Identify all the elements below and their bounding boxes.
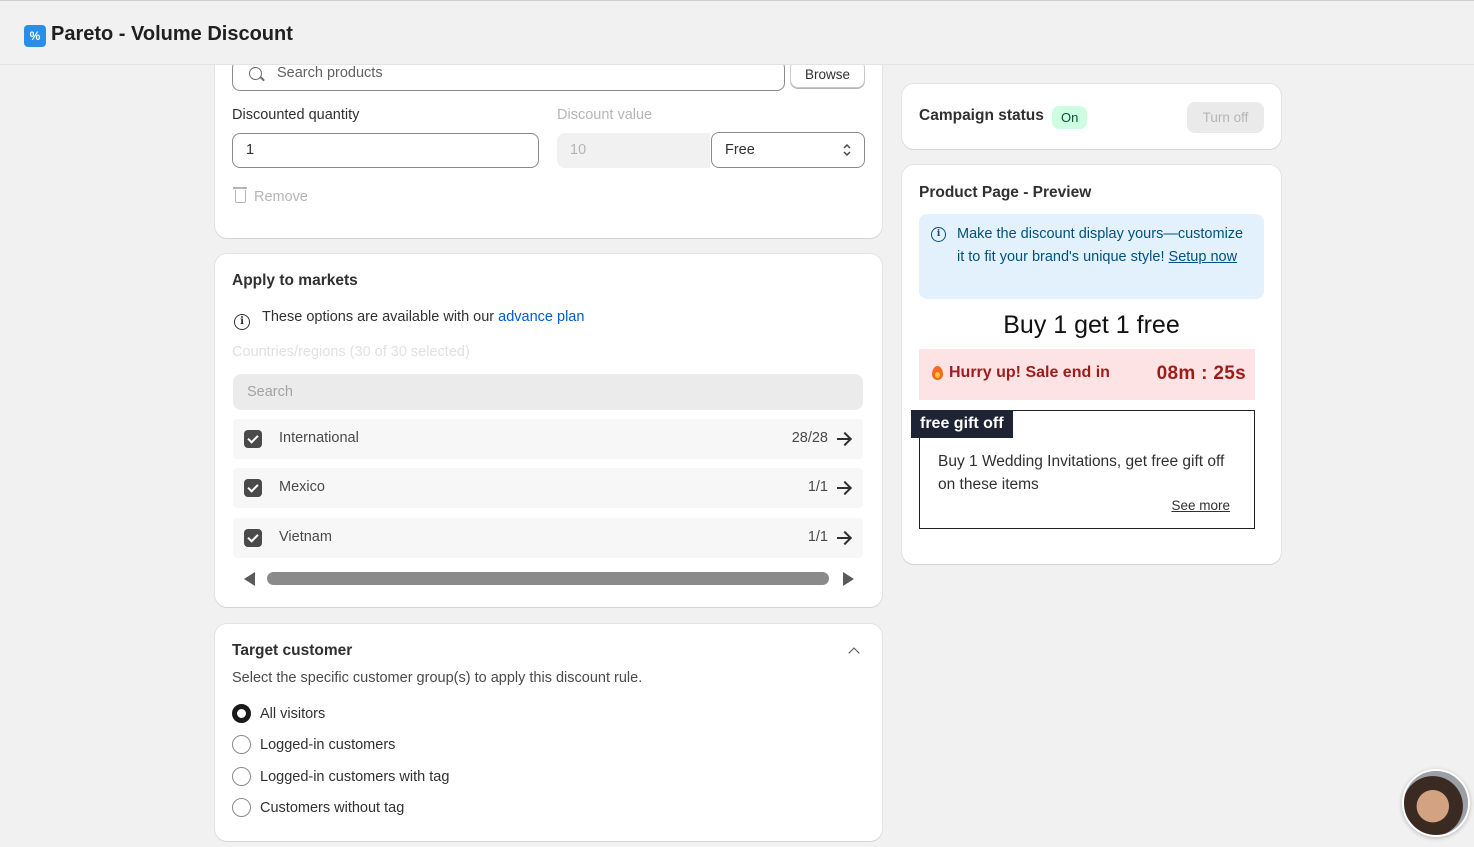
preview-title: Product Page - Preview [919,184,1092,201]
discount-type-selected: Free [725,142,755,158]
radio-label: Logged-in customers with tag [260,769,450,785]
discount-value-label: Discount value [557,107,653,123]
offer-title: Buy 1 get 1 free [1003,311,1180,339]
campaign-status-card: Campaign status On Turn off [902,84,1281,149]
gift-offer-box: free gift off Buy 1 Wedding Invitations,… [911,410,1255,529]
markets-title: Apply to markets [232,272,358,289]
plan-info-text: These options are available with our [262,309,495,325]
remove-button[interactable]: Remove [233,187,308,205]
banner-text: Make the discount display yours—customiz… [957,223,1247,268]
radio-label: Customers without tag [260,800,405,816]
status-badge: On [1052,106,1088,129]
timer-value: 08m : 25s [1156,363,1246,384]
scroll-right-arrow-icon[interactable] [843,572,854,586]
market-count: 28/28 [791,430,828,446]
radio-unselected[interactable] [232,735,251,754]
app-logo-icon: % [24,25,46,47]
campaign-status-label: Campaign status [919,107,1044,124]
app-title: Pareto - Volume Discount [51,23,293,45]
discounted-quantity-input[interactable]: 1 [232,133,539,168]
horizontal-scrollbar-thumb[interactable] [267,572,829,585]
radio-logged-in-customers[interactable]: Logged-in customers [232,735,395,754]
product-search-placeholder: Search products [277,65,383,81]
radio-unselected[interactable] [232,798,251,817]
select-chevron-icon [843,143,851,157]
market-row-international[interactable]: International 28/28 [233,419,863,459]
gift-description: Buy 1 Wedding Invitations, get free gift… [938,453,1225,493]
market-search-input[interactable]: Search [233,374,863,410]
checkbox-checked[interactable] [244,529,262,547]
radio-all-visitors[interactable]: All visitors [232,704,325,723]
checkbox-checked[interactable] [244,479,262,497]
chevron-up-icon[interactable] [848,647,860,659]
discount-value-input: 10 [557,133,710,168]
checkbox-checked[interactable] [244,430,262,448]
radio-label: All visitors [260,706,326,722]
info-icon: i [931,227,946,242]
search-icon [249,67,262,80]
hurry-text: Hurry up! Sale end in [949,364,1110,381]
target-customer-title: Target customer [232,642,353,659]
product-page-preview-card: Product Page - Preview i Make the discou… [902,165,1281,564]
arrow-right-icon[interactable] [837,537,850,539]
market-row-vietnam[interactable]: Vietnam 1/1 [233,518,863,558]
discount-type-select[interactable]: Free [711,132,865,168]
target-customer-description: Select the specific customer group(s) to… [232,670,643,686]
product-rule-card: Search products Browse Discounted quanti… [215,40,882,238]
gift-tag: free gift off [911,410,1013,438]
countdown-timer: Hurry up! Sale end in 08m : 25s [919,349,1255,400]
turn-off-button[interactable]: Turn off [1187,102,1264,133]
market-name: International [279,430,359,446]
discounted-quantity-label: Discounted quantity [232,107,360,123]
target-customer-card: Target customer Select the specific cust… [215,624,882,841]
markets-card: Apply to markets i These options are avai… [215,254,882,607]
arrow-right-icon[interactable] [837,438,850,440]
market-name: Vietnam [279,529,332,545]
radio-label: Logged-in customers [260,737,396,753]
fire-icon [932,366,943,380]
radio-without-tag[interactable]: Customers without tag [232,798,404,817]
radio-logged-in-with-tag[interactable]: Logged-in customers with tag [232,767,449,786]
market-name: Mexico [279,479,325,495]
market-count: 1/1 [807,479,828,495]
market-row-mexico[interactable]: Mexico 1/1 [233,468,863,508]
support-chat-avatar[interactable] [1402,769,1470,837]
countries-label: Countries/regions (30 of 30 selected) [232,344,470,360]
arrow-right-icon[interactable] [837,487,850,489]
customize-banner: i Make the discount display yours—custom… [919,214,1264,299]
see-more-link[interactable]: See more [1171,498,1230,513]
remove-label: Remove [254,189,308,205]
trash-icon [233,187,247,203]
market-count: 1/1 [807,529,828,545]
app-header: % Pareto - Volume Discount [0,0,1474,65]
radio-unselected[interactable] [232,767,251,786]
setup-now-link[interactable]: Setup now [1169,249,1238,265]
info-icon: i [234,314,250,330]
radio-selected[interactable] [232,704,251,723]
plan-info: i These options are available with our ad… [234,309,584,330]
advance-plan-link[interactable]: advance plan [498,309,584,325]
scroll-left-arrow-icon[interactable] [244,572,255,586]
